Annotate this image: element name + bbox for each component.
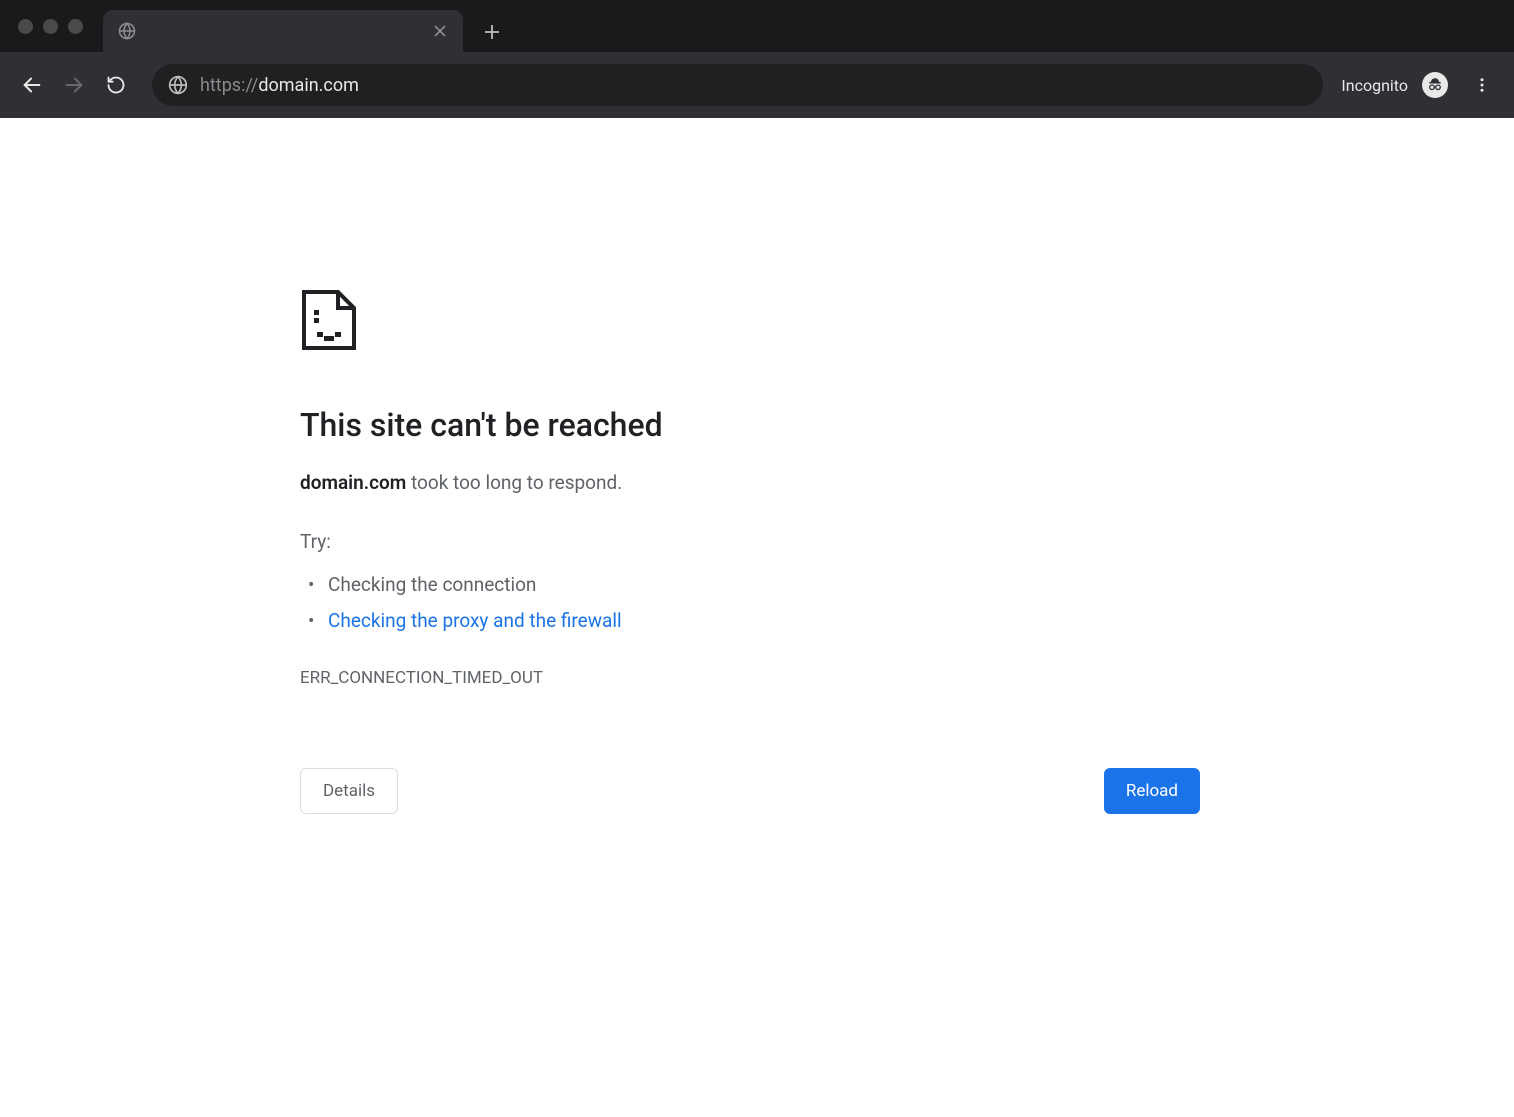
incognito-label: Incognito <box>1341 76 1408 95</box>
reload-page-button[interactable]: Reload <box>1104 768 1200 814</box>
error-message-domain: domain.com <box>300 471 406 494</box>
suggestions-list: Checking the connection Checking the pro… <box>300 567 1000 639</box>
address-bar[interactable]: https://domain.com <box>152 64 1323 106</box>
url-display: https://domain.com <box>200 75 359 96</box>
error-message: domain.com took too long to respond. <box>300 468 1000 498</box>
suggestions-label: Try: <box>300 530 1000 553</box>
site-info-icon[interactable] <box>168 75 188 95</box>
details-button[interactable]: Details <box>300 768 398 814</box>
browser-menu-button[interactable] <box>1464 67 1500 103</box>
window-close-button[interactable] <box>18 19 33 34</box>
back-button[interactable] <box>14 67 50 103</box>
titlebar <box>0 0 1514 52</box>
error-page-content: This site can't be reached domain.com to… <box>0 118 1000 814</box>
browser-toolbar: https://domain.com Incognito <box>0 52 1514 118</box>
suggestion-item-link[interactable]: Checking the proxy and the firewall <box>328 603 1000 639</box>
window-maximize-button[interactable] <box>68 19 83 34</box>
globe-icon <box>117 21 137 41</box>
tab-close-icon[interactable] <box>431 22 449 40</box>
reload-button[interactable] <box>98 67 134 103</box>
button-row: Details Reload <box>300 768 1200 814</box>
url-domain: domain.com <box>258 75 359 96</box>
new-tab-button[interactable] <box>477 17 507 47</box>
sad-page-icon <box>300 288 1000 356</box>
error-code: ERR_CONNECTION_TIMED_OUT <box>300 668 1000 688</box>
suggestion-item: Checking the connection <box>328 567 1000 603</box>
url-protocol: https:// <box>200 75 258 96</box>
error-heading: This site can't be reached <box>300 406 1000 444</box>
browser-tab[interactable] <box>103 10 463 52</box>
error-message-text: took too long to respond. <box>406 471 622 494</box>
window-controls <box>18 19 83 34</box>
incognito-icon[interactable] <box>1422 72 1448 98</box>
forward-button[interactable] <box>56 67 92 103</box>
window-minimize-button[interactable] <box>43 19 58 34</box>
browser-chrome: https://domain.com Incognito <box>0 0 1514 118</box>
